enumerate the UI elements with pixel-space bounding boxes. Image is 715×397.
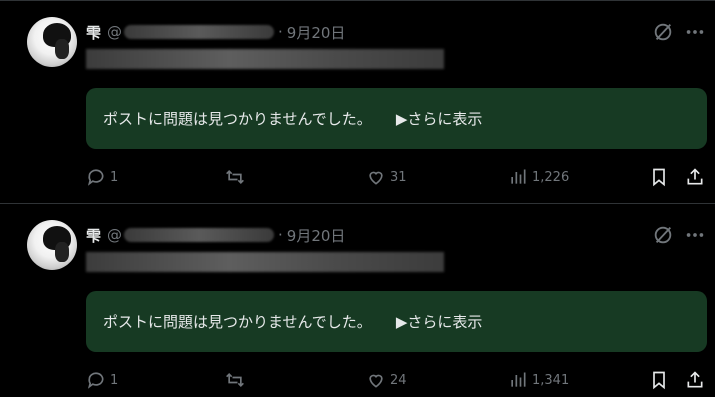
post-date[interactable]: 9月20日 xyxy=(287,22,346,43)
author-handle-prefix[interactable]: @ xyxy=(107,226,122,244)
like-count: 24 xyxy=(390,372,407,388)
author-handle-redacted xyxy=(124,25,275,39)
like-button[interactable]: 31 xyxy=(366,165,407,189)
post[interactable]: 雫 @ · 9月20日 ポストに問題は見つかりませんでした。 ▶さらに表示 1 … xyxy=(0,203,715,397)
bookmark-button[interactable] xyxy=(649,368,669,392)
views-icon xyxy=(508,167,528,187)
post-actions: 1 31 1,226 xyxy=(86,165,707,189)
reply-icon xyxy=(86,370,106,390)
bookmark-icon xyxy=(649,167,669,187)
repost-button[interactable] xyxy=(225,165,249,189)
views-button[interactable]: 1,341 xyxy=(508,368,569,392)
avatar[interactable] xyxy=(27,220,77,270)
reply-button[interactable]: 1 xyxy=(86,165,118,189)
post-header: 雫 @ · 9月20日 xyxy=(86,224,345,246)
share-button[interactable] xyxy=(685,165,705,189)
like-count: 31 xyxy=(390,169,407,185)
content-notice: ポストに問題は見つかりませんでした。 ▶さらに表示 xyxy=(86,291,707,352)
share-icon xyxy=(685,370,705,390)
timeline-feed: 雫 @ · 9月20日 ポストに問題は見つかりませんでした。 ▶さらに表示 1 … xyxy=(0,0,715,397)
author-handle-redacted xyxy=(124,228,275,242)
notice-text: ポストに問題は見つかりませんでした。 xyxy=(103,110,372,128)
show-more-link[interactable]: ▶さらに表示 xyxy=(396,311,483,332)
more-icon[interactable] xyxy=(684,224,706,246)
view-count: 1,226 xyxy=(532,169,570,185)
notice-text: ポストに問題は見つかりませんでした。 xyxy=(103,313,372,331)
show-more-link[interactable]: ▶さらに表示 xyxy=(396,108,483,129)
reply-button[interactable]: 1 xyxy=(86,368,118,392)
views-button[interactable]: 1,226 xyxy=(508,165,569,189)
separator-dot: · xyxy=(278,23,283,41)
heart-icon xyxy=(366,167,386,187)
post-text-redacted xyxy=(86,49,444,69)
post-text-redacted xyxy=(86,252,444,272)
grok-icon[interactable] xyxy=(652,224,674,246)
reply-count: 1 xyxy=(110,169,119,185)
post-date[interactable]: 9月20日 xyxy=(287,225,346,246)
more-icon[interactable] xyxy=(684,21,706,43)
grok-icon[interactable] xyxy=(652,21,674,43)
reply-count: 1 xyxy=(110,372,119,388)
bookmark-icon xyxy=(649,370,669,390)
post-actions: 1 24 1,341 xyxy=(86,368,707,392)
share-icon xyxy=(685,167,705,187)
repost-icon xyxy=(225,167,245,187)
avatar[interactable] xyxy=(27,17,77,67)
content-notice: ポストに問題は見つかりませんでした。 ▶さらに表示 xyxy=(86,88,707,149)
share-button[interactable] xyxy=(685,368,705,392)
views-icon xyxy=(508,370,528,390)
post-header: 雫 @ · 9月20日 xyxy=(86,21,345,43)
separator-dot: · xyxy=(278,226,283,244)
post[interactable]: 雫 @ · 9月20日 ポストに問題は見つかりませんでした。 ▶さらに表示 1 … xyxy=(0,0,715,203)
author-handle-prefix[interactable]: @ xyxy=(107,23,122,41)
reply-icon xyxy=(86,167,106,187)
repost-icon xyxy=(225,370,245,390)
view-count: 1,341 xyxy=(532,372,570,388)
repost-button[interactable] xyxy=(225,368,249,392)
author-name[interactable]: 雫 xyxy=(86,22,101,43)
like-button[interactable]: 24 xyxy=(366,368,407,392)
heart-icon xyxy=(366,370,386,390)
bookmark-button[interactable] xyxy=(649,165,669,189)
author-name[interactable]: 雫 xyxy=(86,225,101,246)
